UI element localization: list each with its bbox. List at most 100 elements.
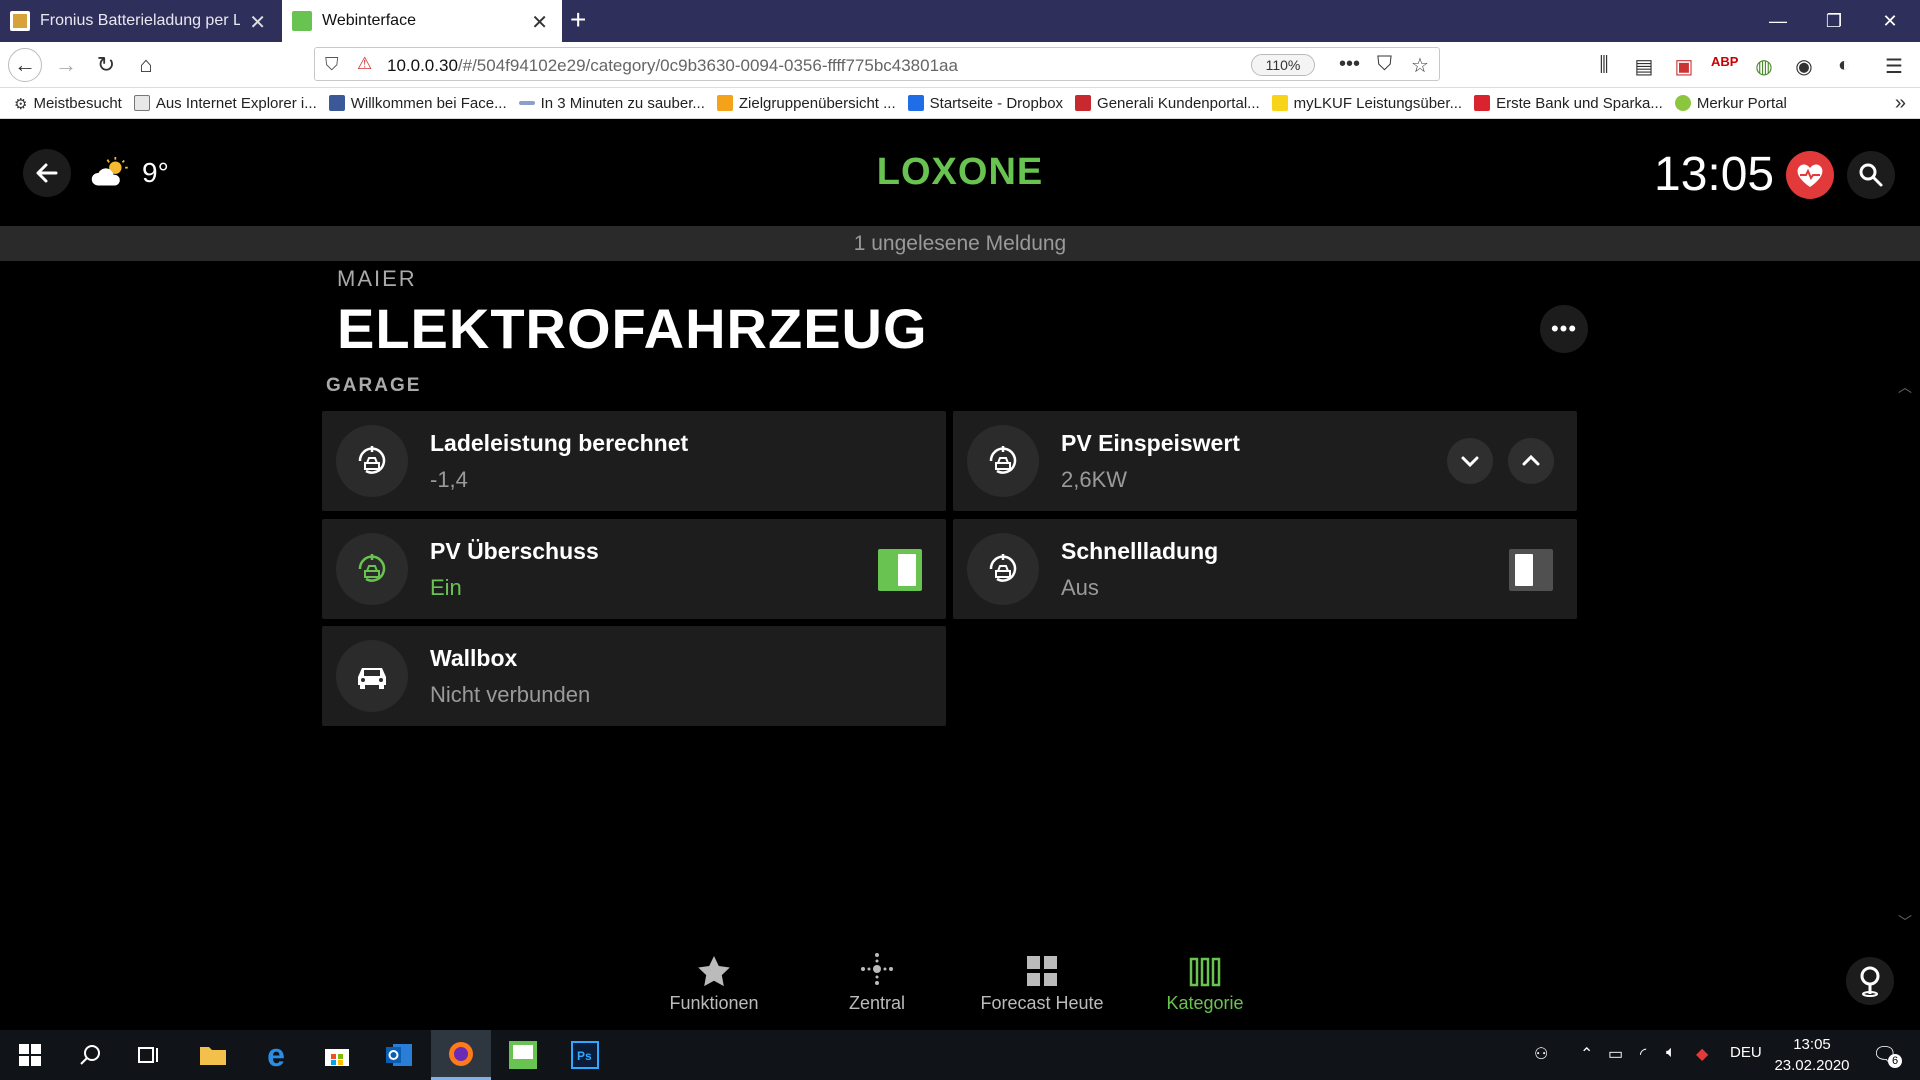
nav-zentral[interactable]: Zentral [792,951,962,1014]
insecure-lock-icon[interactable]: ⚠ [357,54,372,74]
pocket-icon[interactable]: ⛉ [1377,53,1392,76]
bookmark-label: Startseite - Dropbox [929,94,1064,112]
bookmark-facebook[interactable]: Willkommen bei Face... [328,95,507,112]
more-dots-icon: ••• [1550,316,1578,341]
restore-icon[interactable]: ❐ [1806,0,1862,42]
menu-icon[interactable]: ☰ [1881,54,1907,79]
task-view-button[interactable] [120,1030,180,1080]
outlook-button[interactable] [369,1030,429,1080]
card-name: PV Überschuss [430,538,599,564]
nav-forecast-heute[interactable]: Forecast Heute [957,951,1127,1014]
home-icon[interactable]: ⌂ [130,50,162,80]
url-bar[interactable]: ⛉ ⚠ 10.0.0.30/#/504f94102e29/category/0c… [314,47,1440,81]
switch-knob [1515,554,1533,586]
bookmark-label: Merkur Portal [1696,94,1787,112]
mylkuf-icon [1271,95,1288,111]
search-taskbar-button[interactable] [60,1030,120,1080]
tab-fronius[interactable]: Fronius Batterieladung per Lox ✕ [0,0,280,42]
alert-button[interactable] [1786,151,1834,199]
bookmark-label: Zielgruppenübersicht ... [738,94,896,112]
people-icon[interactable]: ⚇ [1534,1044,1548,1064]
tab-title: Fronius Batterieladung per Lox [40,12,240,29]
url-text[interactable]: 10.0.0.30/#/504f94102e29/category/0c9b36… [387,56,958,76]
bookmark-mylkuf[interactable]: myLKUF Leistungsüber... [1271,95,1462,112]
edge-button[interactable]: e [246,1030,306,1080]
tab-webinterface[interactable]: Webinterface ✕ [282,0,562,42]
back-icon[interactable]: ← [8,48,42,82]
card-wallbox[interactable]: Wallbox Nicht verbunden [322,626,946,726]
bookmark-merkur[interactable]: Merkur Portal [1674,94,1787,112]
photoshop-icon: Ps [571,1041,599,1069]
nav-funktionen[interactable]: Funktionen [629,951,799,1014]
nav-kategorie[interactable]: Kategorie [1120,951,1290,1014]
notification-count: 6 [1888,1054,1902,1068]
store-icon [325,1049,349,1066]
loxone-config-button[interactable] [493,1030,553,1080]
card-value: Ein [430,575,462,600]
close-window-icon[interactable]: ✕ [1862,0,1918,42]
nav-label: Kategorie [1166,993,1244,1013]
shield-icon[interactable]: ⛉ [325,54,339,75]
card-value: 2,6KW [1061,467,1128,492]
nav-label: Funktionen [669,993,759,1013]
start-button[interactable] [0,1030,60,1080]
location-button[interactable] [1846,957,1894,1005]
star-icon [698,956,730,987]
group-label: GARAGE [326,375,422,396]
grid-icon [1027,956,1057,986]
extension-icon[interactable]: ◐ [1831,54,1857,77]
toggle-switch-on[interactable] [878,549,922,591]
forward-icon[interactable]: → [50,50,82,80]
search-button[interactable] [1847,151,1895,199]
taskbar-clock[interactable]: 13:05 23.02.2020 [1768,1034,1856,1076]
firefox-button[interactable] [431,1030,491,1080]
extension-globe-icon[interactable]: ◍ [1751,54,1777,79]
card-value: Aus [1061,575,1099,600]
sidebar-icon[interactable]: ▤ [1631,54,1657,79]
battery-icon[interactable]: ▭ [1608,1044,1623,1064]
card-ladeleistung[interactable]: Ladeleistung berechnet -1,4 [322,411,946,511]
toggle-switch-off[interactable] [1509,549,1553,591]
bookmark-erste-bank[interactable]: Erste Bank und Sparka... [1474,95,1663,112]
bookmark-ie-folder[interactable]: Aus Internet Explorer i... [133,95,317,112]
library-icon[interactable]: ⫼ [1591,54,1617,77]
card-pv-einspeiswert[interactable]: PV Einspeiswert 2,6KW [953,411,1577,511]
bookmark-meistbesucht[interactable]: ⚙ Meistbesucht [14,95,122,114]
adblock-icon[interactable]: ABP [1711,54,1738,69]
more-bookmarks-icon[interactable]: » [1895,92,1906,115]
card-schnellladung[interactable]: Schnellladung Aus [953,519,1577,619]
pocket-ext-icon[interactable]: ▣ [1671,54,1697,79]
file-explorer-button[interactable] [183,1030,243,1080]
zoom-indicator[interactable]: 110% [1251,54,1315,76]
decrease-button[interactable] [1447,438,1493,484]
notification-bar[interactable]: 1 ungelesene Meldung [0,226,1920,261]
bookmark-star-icon[interactable]: ☆ [1411,53,1429,78]
card-pv-ueberschuss[interactable]: PV Überschuss Ein [322,519,946,619]
page-actions-icon[interactable]: ••• [1339,53,1360,76]
tray-expand-icon[interactable]: ⌃ [1580,1044,1593,1064]
bookmark-zielgruppen[interactable]: Zielgruppenübersicht ... [716,94,896,112]
bookmark-generali[interactable]: Generali Kundenportal... [1075,95,1260,112]
wifi-icon[interactable]: ◜ [1640,1044,1646,1064]
bookmark-sauber[interactable]: In 3 Minuten zu sauber... [518,95,705,112]
close-tab-icon[interactable]: ✕ [531,10,548,35]
scroll-up-icon[interactable]: ︿ [1898,377,1912,397]
card-name: Wallbox [430,645,518,671]
card-value: -1,4 [430,467,468,492]
new-tab-button[interactable]: + [570,4,586,36]
increase-button[interactable] [1508,438,1554,484]
merkur-icon [1674,95,1691,111]
volume-icon[interactable]: 🔈︎ [1666,1044,1676,1062]
close-tab-icon[interactable]: ✕ [249,10,266,35]
bookmark-dropbox[interactable]: Startseite - Dropbox [907,94,1064,112]
reload-icon[interactable]: ↻ [90,50,122,80]
antivirus-icon[interactable]: ◆ [1696,1044,1708,1064]
ev-charger-icon [336,425,408,497]
scroll-down-icon[interactable]: ﹀ [1898,912,1912,932]
store-button[interactable] [307,1030,367,1080]
more-options-button[interactable]: ••• [1540,305,1588,353]
minimize-icon[interactable]: — [1750,0,1806,42]
language-indicator[interactable]: DEU [1730,1044,1762,1061]
account-icon[interactable]: ◉ [1791,54,1817,79]
photoshop-button[interactable]: Ps [555,1030,615,1080]
